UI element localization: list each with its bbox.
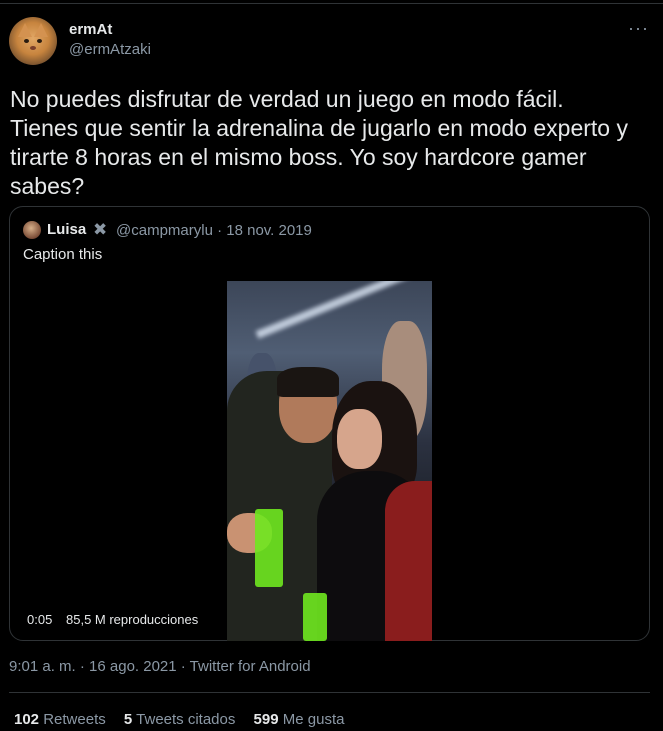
tweet-text: No puedes disfrutar de verdad un juego e… bbox=[10, 85, 650, 201]
tweet-line: sabes? bbox=[10, 173, 85, 199]
retweets-stat[interactable]: 102 Retweets bbox=[14, 711, 106, 728]
engagement-stats: 102 Retweets 5 Tweets citados 599 Me gus… bbox=[14, 711, 358, 728]
tweet-line: tirarte 8 horas en el mismo boss. Yo soy… bbox=[10, 144, 587, 170]
tweet-line: Tienes que sentir la adrenalina de jugar… bbox=[10, 115, 628, 141]
tweet-meta[interactable]: 9:01 a. m. · 16 ago. 2021 · Twitter for … bbox=[9, 658, 311, 675]
tweet-line: No puedes disfrutar de verdad un juego e… bbox=[10, 86, 564, 112]
quoted-tweet[interactable]: Luisa ✖ @campmarylu · 18 nov. 2019 Capti… bbox=[9, 206, 650, 641]
stats-divider bbox=[9, 692, 650, 693]
author-name[interactable]: ermAt bbox=[69, 21, 112, 38]
author-avatar[interactable] bbox=[9, 17, 57, 65]
author-handle[interactable]: @ermAtzaki bbox=[69, 41, 151, 58]
x-badge-icon: ✖ bbox=[93, 220, 108, 239]
video-time: 0:05 bbox=[27, 612, 53, 627]
more-horizontal-icon[interactable]: ··· bbox=[628, 18, 649, 39]
quoted-text: Caption this bbox=[23, 246, 103, 263]
video-views: 85,5 M reproducciones bbox=[66, 612, 199, 627]
quoted-avatar[interactable] bbox=[23, 221, 41, 239]
likes-stat[interactable]: 599 Me gusta bbox=[254, 711, 345, 728]
quote-tweets-stat[interactable]: 5 Tweets citados bbox=[124, 711, 235, 728]
top-divider bbox=[0, 3, 663, 4]
quoted-name[interactable]: Luisa bbox=[47, 221, 86, 238]
quoted-handle-date[interactable]: @campmarylu · 18 nov. 2019 bbox=[116, 222, 312, 239]
quoted-video[interactable] bbox=[227, 281, 432, 641]
